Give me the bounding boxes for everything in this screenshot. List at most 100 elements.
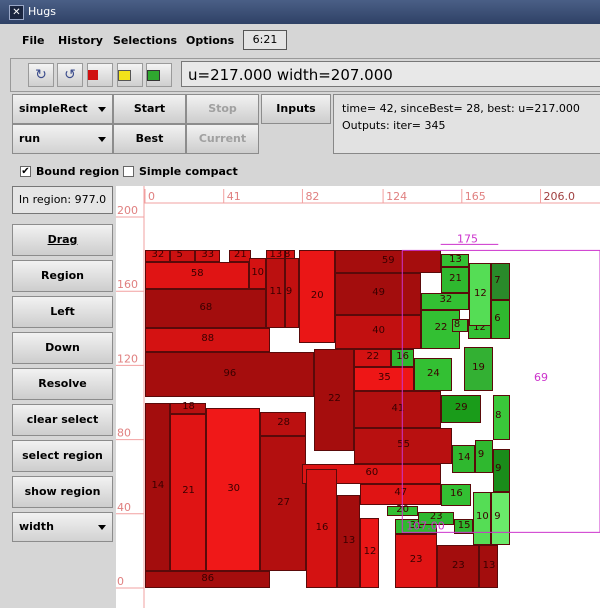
- green-box-button[interactable]: [146, 63, 172, 87]
- layout-rect-label: 5: [176, 248, 183, 260]
- layout-rect-label: 23: [409, 554, 423, 566]
- toolbar: ↻ ↺ u=217.000 width=207.000: [10, 58, 600, 92]
- layout-rect-label: 32: [439, 294, 453, 306]
- layout-rect-label: 22: [434, 322, 448, 334]
- layout-rect-label: 35: [378, 372, 391, 384]
- layout-rect-label: 28: [277, 416, 290, 428]
- menu-file[interactable]: File: [22, 34, 45, 47]
- resolve-button[interactable]: Resolve: [12, 368, 113, 400]
- current-button[interactable]: Current: [186, 124, 259, 154]
- layout-rect-label: 12: [474, 287, 487, 299]
- layout-rect-label: 27: [277, 496, 290, 508]
- bound-region-label: Bound region: [36, 165, 120, 178]
- status-field: u=217.000 width=207.000: [181, 61, 600, 87]
- menu-bar: File History Selections Options 6:21: [0, 26, 600, 54]
- layout-rect-label: 55: [397, 439, 410, 451]
- layout-rect-label: 16: [396, 350, 409, 362]
- best-button[interactable]: Best: [113, 124, 186, 154]
- layout-rect-label: 22: [366, 350, 380, 362]
- redo-button[interactable]: ↻: [28, 63, 54, 87]
- layout-rect-label: 19: [472, 362, 485, 374]
- chevron-down-icon: [98, 525, 106, 530]
- select-region-button[interactable]: select region: [12, 440, 113, 472]
- layout-rect-label: 16: [315, 521, 329, 533]
- in-region-display: In region: 977.0: [12, 186, 113, 214]
- clock-display: 6:21: [243, 30, 287, 50]
- layout-rect-label: 9: [494, 511, 501, 523]
- undo-button[interactable]: ↺: [57, 63, 83, 87]
- layout-rect-label: 86: [201, 572, 215, 584]
- drag-button[interactable]: Drag: [12, 224, 113, 256]
- layout-rect-label: 33: [201, 248, 215, 260]
- width-select[interactable]: width: [12, 512, 113, 542]
- layout-rect-label: 15: [457, 519, 471, 531]
- menu-options[interactable]: Options: [186, 34, 234, 47]
- inputs-button[interactable]: Inputs: [261, 94, 331, 124]
- layout-rect-label: 9: [285, 286, 293, 298]
- clear-select-button[interactable]: clear select: [12, 404, 113, 436]
- layout-rect-label: 8: [453, 318, 461, 330]
- mode-select[interactable]: run: [12, 124, 113, 154]
- layout-rect-label: 24: [427, 367, 440, 379]
- layout-rect-label: 20: [310, 289, 324, 301]
- stop-record-button[interactable]: [87, 63, 113, 87]
- layout-rect-label: 11: [269, 286, 283, 298]
- layout-rect-label: 10: [475, 511, 489, 523]
- simple-compact-checkbox[interactable]: [123, 166, 134, 177]
- layout-rect-label: 29: [454, 401, 468, 413]
- layout-rect-label: 59: [381, 254, 395, 266]
- stop-button[interactable]: Stop: [186, 94, 259, 124]
- layout-rect-label: 68: [199, 301, 213, 313]
- start-button[interactable]: Start: [113, 94, 186, 124]
- menu-selections[interactable]: Selections: [113, 34, 177, 47]
- layout-rect-label: 41: [391, 402, 405, 414]
- layout-rect-label: 32: [151, 248, 165, 260]
- layout-rect-label: 12: [363, 545, 377, 557]
- layout-rect-label: 13: [342, 534, 356, 546]
- layout-rect-label: 22: [328, 392, 341, 404]
- layout-canvas[interactable]: 0 41 82 124 165 206.0 200 160 120 80 40 0 86 14 21 30 2…: [116, 186, 600, 608]
- rect-select[interactable]: simpleRect: [12, 94, 113, 124]
- menu-history[interactable]: History: [58, 34, 103, 47]
- down-button[interactable]: Down: [12, 332, 113, 364]
- layout-rect-label: 40: [372, 325, 385, 336]
- layout-rect-label: 30: [227, 482, 241, 494]
- status-line-1: time= 42, sinceBest= 28, best: u=217.000: [342, 102, 580, 115]
- rect-select-value: simpleRect: [19, 102, 88, 115]
- bound-region-checkbox[interactable]: ✔: [20, 166, 31, 177]
- layout-rect-label: 23: [429, 511, 443, 523]
- simple-compact-label: Simple compact: [139, 165, 238, 178]
- layout-rect-label: 13: [449, 253, 462, 265]
- layout-rect-label: 16: [450, 488, 463, 500]
- redo-icon: ↻: [35, 67, 47, 83]
- layout-rect-label: 88: [201, 333, 215, 345]
- layout-rect-label: 23: [451, 559, 465, 571]
- layout-rect-label: 21: [449, 273, 462, 285]
- layout-rect-label: 6: [494, 312, 501, 324]
- width-select-value: width: [19, 520, 54, 533]
- layout-rect-label: 58: [190, 268, 204, 280]
- window-title: Hugs: [28, 5, 56, 18]
- layout-rect-label: 9: [495, 463, 502, 475]
- show-region-button[interactable]: show region: [12, 476, 113, 508]
- window-titlebar: ✕ Hugs: [0, 0, 600, 24]
- yellow-box-button[interactable]: [117, 63, 143, 87]
- layout-rect-label: 14: [457, 452, 471, 464]
- layout-rect-label: 8: [495, 410, 502, 422]
- layout-rect-label: 14: [151, 479, 165, 491]
- status-line-2: Outputs: iter= 345: [342, 119, 446, 132]
- left-button[interactable]: Left: [12, 296, 113, 328]
- layout-rect-label: 9: [477, 449, 485, 461]
- layout-rect-label: 20: [396, 504, 409, 516]
- undo-icon: ↺: [64, 67, 76, 83]
- chevron-down-icon: [98, 137, 106, 142]
- mode-select-value: run: [19, 132, 41, 145]
- layout-rect-label: 49: [372, 286, 385, 298]
- rects-layer: 86 14 21 30 27 28 18 96 88 68 58 32 5 33 21 13 8 10 11 9 20 4…: [116, 186, 600, 608]
- green-box-icon: [147, 64, 171, 86]
- region-button[interactable]: Region: [12, 260, 113, 292]
- layout-rect-label: 7: [494, 274, 501, 286]
- chevron-down-icon: [98, 107, 106, 112]
- close-icon[interactable]: ✕: [9, 5, 24, 20]
- layout-rect-label: 96: [223, 367, 237, 379]
